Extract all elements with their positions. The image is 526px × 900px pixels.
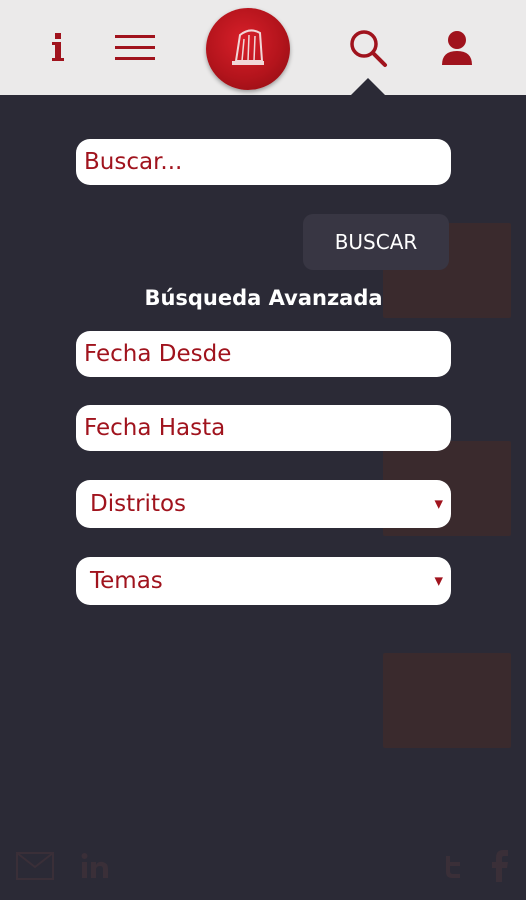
footer-bar xyxy=(0,838,526,900)
top-bar xyxy=(0,0,526,95)
site-logo[interactable] xyxy=(206,8,290,90)
user-icon[interactable] xyxy=(432,0,482,95)
search-dropdown-caret xyxy=(351,78,385,95)
advanced-search-title: Búsqueda Avanzada xyxy=(144,286,383,310)
date-from-input[interactable]: Fecha Desde xyxy=(76,331,451,377)
facebook-icon[interactable] xyxy=(490,850,510,882)
info-icon[interactable] xyxy=(38,0,78,95)
twitter-icon[interactable] xyxy=(440,852,468,880)
search-input-placeholder: Buscar... xyxy=(84,149,183,175)
date-to-placeholder: Fecha Hasta xyxy=(84,415,226,441)
hamburger-menu-icon[interactable] xyxy=(110,0,160,95)
topics-selected-value: Temas xyxy=(90,568,163,594)
dropdown-arrow-icon: ▼ xyxy=(434,497,443,511)
search-input[interactable]: Buscar... xyxy=(76,139,451,185)
districts-selected-value: Distritos xyxy=(90,491,187,517)
search-button[interactable]: BUSCAR xyxy=(303,214,449,270)
linkedin-icon[interactable] xyxy=(80,852,110,880)
date-to-input[interactable]: Fecha Hasta xyxy=(76,405,451,451)
districts-select[interactable]: Distritos ▼ xyxy=(76,480,451,528)
topics-select[interactable]: Temas ▼ xyxy=(76,557,451,605)
article-thumbnail xyxy=(383,653,511,748)
email-icon[interactable] xyxy=(16,852,54,880)
dropdown-arrow-icon: ▼ xyxy=(434,574,443,588)
search-button-label: BUSCAR xyxy=(334,230,418,254)
date-from-placeholder: Fecha Desde xyxy=(84,341,232,367)
